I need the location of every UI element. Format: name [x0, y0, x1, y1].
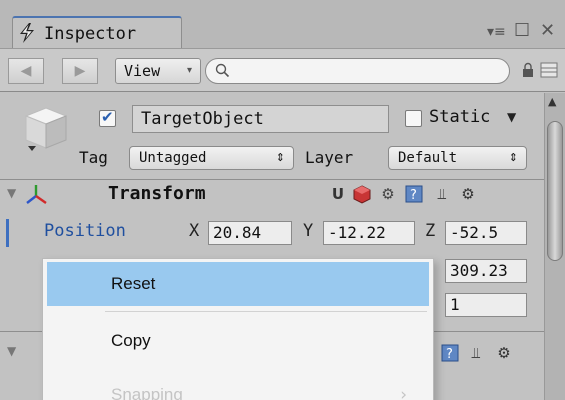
position-y-field[interactable]: -12.22 [323, 221, 415, 245]
y-axis-label: Y [303, 221, 314, 241]
view-dropdown[interactable]: View ▾ [115, 58, 201, 84]
tab-title: Inspector [44, 24, 137, 44]
active-checkbox[interactable] [99, 108, 116, 127]
static-label: Static [429, 107, 491, 127]
sliders-icon[interactable]: ⫫ [432, 184, 452, 204]
tab-inspector[interactable]: Inspector [12, 16, 182, 49]
red-cube-icon[interactable] [352, 184, 372, 204]
search-icon [215, 63, 230, 78]
help-icon[interactable]: ? [404, 184, 424, 204]
sliders-icon[interactable]: ⫫ [466, 343, 486, 363]
foldout-arrow-icon[interactable]: ▼ [7, 186, 16, 200]
gear-icon[interactable]: ⚙ [378, 184, 398, 204]
z-axis-label: Z [425, 221, 436, 241]
panel-menu-icon[interactable] [540, 62, 558, 78]
x-axis-label: X [189, 221, 200, 241]
close-icon[interactable]: ✕ [540, 20, 555, 41]
menu-item-copy[interactable]: Copy [47, 319, 429, 363]
focus-indicator [6, 219, 9, 247]
menu-item-snapping: Snapping › [47, 373, 429, 400]
transform-axes-icon [26, 185, 47, 204]
rotation-z-field[interactable]: 309.23 [445, 259, 527, 283]
layer-value: Default [398, 150, 458, 166]
search-field[interactable] [205, 58, 510, 84]
object-name-field[interactable]: TargetObject [132, 105, 389, 133]
magnet-icon[interactable]: U [328, 184, 348, 204]
back-arrow-icon: ◀ [20, 63, 32, 79]
menu-separator [105, 311, 427, 312]
dropdown-arrows-icon: ⇕ [508, 151, 518, 164]
chevron-down-icon: ▾ [186, 65, 192, 76]
component-title: Transform [108, 183, 206, 204]
help-icon[interactable]: ? [440, 343, 460, 363]
section-divider [0, 179, 544, 180]
foldout-arrow-icon[interactable]: ▼ [7, 344, 16, 358]
layer-dropdown[interactable]: Default ⇕ [388, 146, 527, 170]
cube-icon [24, 107, 68, 151]
vertical-scrollbar[interactable]: ▲ [544, 93, 565, 400]
svg-text:?: ? [446, 347, 453, 362]
settings-icon[interactable]: ⚙ [494, 343, 514, 363]
forward-button[interactable]: ▶ [62, 58, 98, 84]
position-label: Position [44, 221, 126, 241]
scale-z-field[interactable]: 1 [445, 293, 527, 317]
tab-bar: Inspector ▾≡ ☐ ✕ [0, 0, 565, 49]
position-z-field[interactable]: -52.5 [445, 221, 527, 245]
tag-value: Untagged [139, 150, 207, 166]
scrollbar-thumb[interactable] [547, 121, 563, 261]
svg-text:?: ? [410, 188, 417, 203]
static-dropdown-icon[interactable]: ▼ [507, 110, 516, 124]
static-checkbox[interactable] [405, 110, 422, 127]
maximize-icon[interactable]: ☐ [514, 20, 530, 41]
menu-item-label: Snapping [111, 385, 183, 400]
view-label: View [124, 62, 161, 80]
position-x-field[interactable]: 20.84 [208, 221, 292, 245]
submenu-arrow-icon: › [400, 385, 407, 400]
transform-header[interactable]: ▼ Transform U ⚙ ? ⫫ ⚙ [0, 181, 544, 211]
toolbar: ◀ ▶ View ▾ [0, 48, 565, 92]
tag-dropdown[interactable]: Untagged ⇕ [129, 146, 294, 170]
lightning-icon [20, 23, 34, 43]
menu-item-label: Reset [111, 274, 156, 293]
lock-icon[interactable] [522, 62, 534, 78]
back-button[interactable]: ◀ [8, 58, 44, 84]
menu-item-reset[interactable]: Reset [47, 262, 429, 306]
dropdown-arrows-icon: ⇕ [275, 151, 285, 164]
tag-label: Tag [79, 148, 108, 167]
forward-arrow-icon: ▶ [74, 63, 86, 79]
layer-label: Layer [305, 148, 354, 167]
context-menu: Reset Copy Snapping › [42, 258, 434, 400]
tab-menu-icon[interactable]: ▾≡ [487, 24, 506, 40]
menu-item-label: Copy [111, 331, 151, 350]
settings-icon[interactable]: ⚙ [458, 184, 478, 204]
scroll-up-arrow-icon[interactable]: ▲ [548, 95, 556, 108]
